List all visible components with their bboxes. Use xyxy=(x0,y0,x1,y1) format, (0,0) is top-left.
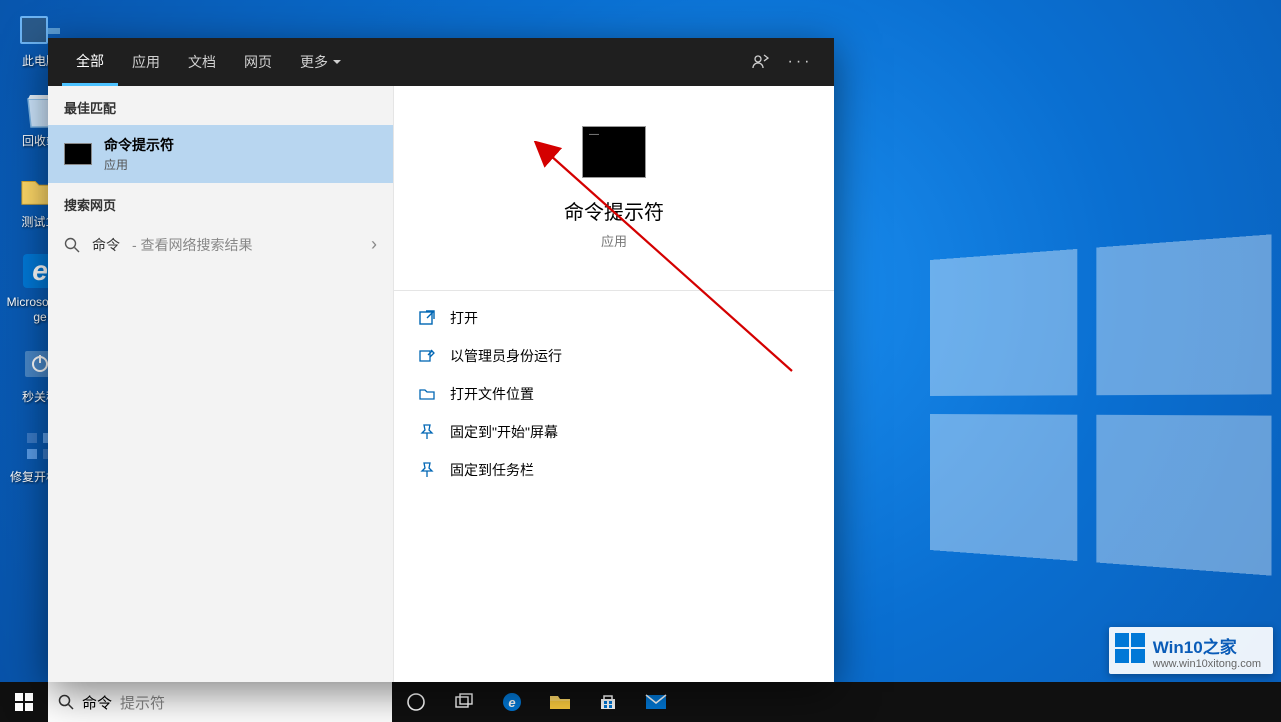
pin-icon xyxy=(418,423,436,441)
action-label: 以管理员身份运行 xyxy=(450,346,562,366)
start-button[interactable] xyxy=(0,682,48,722)
action-pin-start[interactable]: 固定到"开始"屏幕 xyxy=(394,413,834,451)
web-query-suffix: - 查看网络搜索结果 xyxy=(132,235,253,255)
section-best-match: 最佳匹配 xyxy=(48,86,393,125)
taskbar-edge[interactable]: e xyxy=(488,682,536,722)
store-icon xyxy=(599,693,617,711)
web-query-prefix: 命令 xyxy=(92,235,120,255)
tab-more[interactable]: 更多 xyxy=(286,38,355,86)
tab-web[interactable]: 网页 xyxy=(230,38,286,86)
watermark-title-cn: 之家 xyxy=(1203,638,1237,657)
taskbar-taskview[interactable] xyxy=(440,682,488,722)
pin-icon xyxy=(418,461,436,479)
action-pin-taskbar[interactable]: 固定到任务栏 xyxy=(394,451,834,489)
windows-logo-background xyxy=(930,234,1271,575)
result-subtitle: 应用 xyxy=(104,156,377,173)
windows-icon xyxy=(15,693,33,711)
feedback-button[interactable] xyxy=(740,42,780,82)
open-icon xyxy=(418,309,436,327)
taskbar-mail[interactable] xyxy=(632,682,680,722)
taskbar-cortana[interactable] xyxy=(392,682,440,722)
result-title: 命令提示符 xyxy=(104,135,377,155)
taskbar-file-explorer[interactable] xyxy=(536,682,584,722)
search-scope-tabs: 全部 应用 文档 网页 更多 ··· xyxy=(48,38,834,86)
action-open-location[interactable]: 打开文件位置 xyxy=(394,375,834,413)
search-icon xyxy=(64,237,80,253)
watermark: Win10之家 www.win10xitong.com xyxy=(1109,627,1273,674)
action-label: 固定到"开始"屏幕 xyxy=(450,422,558,442)
watermark-title-en: Win10 xyxy=(1153,638,1203,657)
search-panel: 全部 应用 文档 网页 更多 ··· 最佳匹配 命令提示符 应用 搜索网页 命令… xyxy=(48,38,834,682)
action-open[interactable]: 打开 xyxy=(394,299,834,337)
cortana-icon xyxy=(406,692,426,712)
action-label: 固定到任务栏 xyxy=(450,460,534,480)
taskbar: 命令提示符 e xyxy=(0,682,1281,722)
preview-title: 命令提示符 xyxy=(414,196,814,225)
taskbar-store[interactable] xyxy=(584,682,632,722)
action-label: 打开文件位置 xyxy=(450,384,534,404)
watermark-logo-icon xyxy=(1115,633,1145,663)
tab-documents[interactable]: 文档 xyxy=(174,38,230,86)
options-button[interactable]: ··· xyxy=(780,42,820,82)
tab-all[interactable]: 全部 xyxy=(62,38,118,86)
results-column: 最佳匹配 命令提示符 应用 搜索网页 命令 - 查看网络搜索结果 › xyxy=(48,86,394,682)
taskbar-search-input[interactable]: 命令提示符 xyxy=(48,682,392,722)
preview-cmd-icon xyxy=(582,126,646,178)
mail-icon xyxy=(645,694,667,710)
edge-icon: e xyxy=(502,692,522,712)
section-web: 搜索网页 xyxy=(48,183,393,222)
svg-text:e: e xyxy=(508,695,515,710)
action-run-as-admin[interactable]: 以管理员身份运行 xyxy=(394,337,834,375)
folder-icon xyxy=(418,385,436,403)
search-typed-text: 命令 xyxy=(82,692,112,713)
chevron-right-icon: › xyxy=(371,234,377,255)
preview-subtitle: 应用 xyxy=(414,231,814,250)
search-icon xyxy=(58,694,74,710)
tab-apps[interactable]: 应用 xyxy=(118,38,174,86)
action-list: 打开 以管理员身份运行 打开文件位置 固定到"开始"屏幕 固定到任务栏 xyxy=(394,291,834,497)
preview-column: 命令提示符 应用 打开 以管理员身份运行 打开文件位置 xyxy=(394,86,834,682)
shield-icon xyxy=(418,347,436,365)
search-placeholder-text: 提示符 xyxy=(120,692,165,713)
taskview-icon xyxy=(454,692,474,712)
result-cmd[interactable]: 命令提示符 应用 xyxy=(48,125,393,183)
web-search-item[interactable]: 命令 - 查看网络搜索结果 › xyxy=(48,222,393,267)
search-body: 最佳匹配 命令提示符 应用 搜索网页 命令 - 查看网络搜索结果 › 命令提示符… xyxy=(48,86,834,682)
cmd-icon xyxy=(64,143,92,165)
watermark-url: www.win10xitong.com xyxy=(1153,658,1261,670)
folder-icon xyxy=(549,693,571,711)
action-label: 打开 xyxy=(450,308,478,328)
